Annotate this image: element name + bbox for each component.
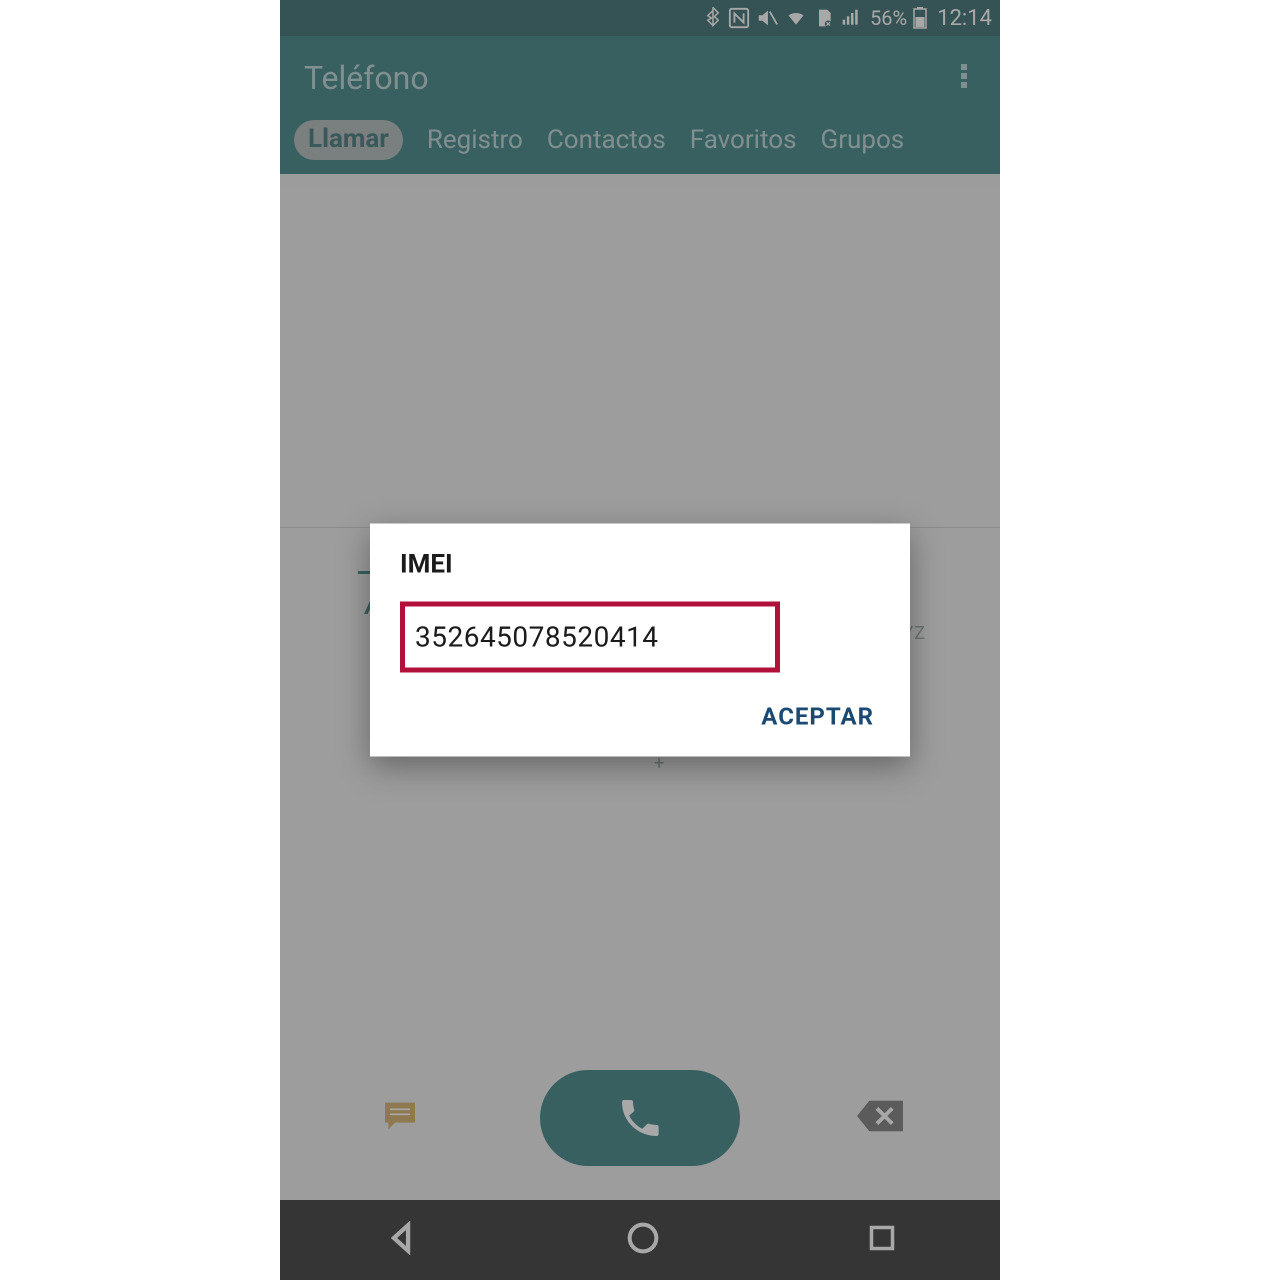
accept-button[interactable]: ACEPTAR — [755, 695, 880, 739]
dialog-title: IMEI — [400, 550, 880, 580]
phone-screen: 56% 12:14 Teléfono Llamar Registro Conta… — [280, 0, 1000, 1280]
imei-highlight: 352645078520414 — [400, 602, 780, 673]
imei-value: 352645078520414 — [415, 621, 765, 654]
imei-dialog: IMEI 352645078520414 ACEPTAR — [370, 524, 910, 757]
